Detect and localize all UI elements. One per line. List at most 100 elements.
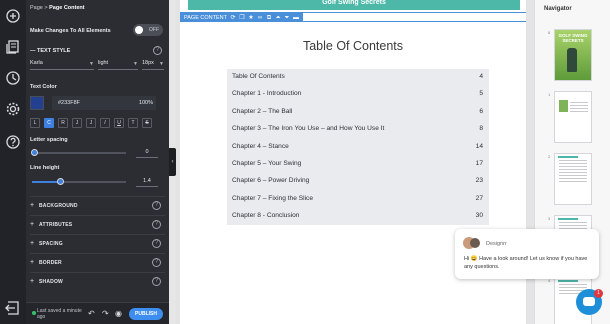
apply-all-toggle[interactable]: OFF [133, 24, 163, 36]
line-height-input[interactable]: 1.4 [136, 175, 158, 187]
underline-button[interactable]: U [114, 118, 124, 128]
refresh-icon[interactable]: ⟳ [230, 15, 236, 21]
section-border[interactable]: + BORDER ? [30, 253, 165, 271]
font-family-value: Karla [30, 60, 43, 66]
toc-heading[interactable]: Table Of Contents [180, 39, 526, 53]
element-tag-label: PAGE CONTENT [184, 14, 227, 21]
toc-row-page: 8 [479, 125, 483, 133]
toc-row: Chapter 8 - Conclusion 30 [232, 208, 483, 225]
star-icon[interactable]: ★ [248, 15, 254, 21]
thumbnail-header [558, 280, 578, 282]
section-attributes[interactable]: + ATTRIBUTES ? [30, 215, 165, 233]
link-icon[interactable]: ∞ [257, 15, 263, 21]
breadcrumb: Page > Page Content [30, 5, 85, 11]
duplicate-icon[interactable]: ⧉ [266, 15, 272, 21]
delete-icon[interactable]: ▬ [293, 15, 299, 21]
toc-row-page: 14 [475, 142, 483, 150]
chevron-down-icon: ▼ [159, 61, 164, 67]
panel-footer: Last saved a minute ago ↶ ↷ ◉ PUBLISH [26, 302, 169, 324]
toc-row: Chapter 1 - Introduction 5 [232, 86, 483, 103]
slider-fill [32, 181, 61, 183]
breadcrumb-root[interactable]: Page [30, 5, 43, 11]
breadcrumb-current: Page Content [49, 5, 85, 11]
publish-button[interactable]: PUBLISH [129, 308, 163, 320]
letter-spacing-input[interactable]: 0 [136, 146, 158, 158]
align-right-button[interactable]: R [58, 118, 68, 128]
help-icon[interactable]: ? [152, 277, 161, 286]
section-shadow[interactable]: + SHADOW ? [30, 272, 165, 290]
section-label: BACKGROUND [39, 203, 78, 209]
page-thumbnail[interactable]: 2 [548, 153, 592, 205]
font-size-select[interactable]: 18px ▼ [142, 60, 164, 70]
font-family-select[interactable]: Karla ▼ [30, 60, 94, 70]
move-up-icon[interactable]: ⏶ [275, 15, 281, 21]
thumbnail-text [570, 102, 588, 114]
align-center-button[interactable]: C [44, 118, 54, 128]
collapse-panel-handle[interactable]: ‹ [169, 148, 176, 176]
toggle-knob [135, 26, 143, 34]
font-weight-select[interactable]: light ▼ [98, 60, 138, 70]
settings-panel: Page > Page Content Make Changes To All … [26, 0, 169, 324]
line-height-slider[interactable] [32, 178, 126, 185]
cover-image: GOLF SWING SECRETS [555, 30, 591, 80]
chat-popup[interactable]: Designrr Hi 😀 Have a look around! Let us… [455, 229, 599, 279]
element-toolbar: PAGE CONTENT ⟳ ❐ ★ ∞ ⧉ ⏶ ⏷ ▬ [180, 13, 303, 22]
toggle-label: OFF [149, 27, 159, 33]
justify-button[interactable]: J [72, 118, 82, 128]
toc-row-title: Chapter 1 - Introduction [232, 90, 302, 98]
letter-spacing-slider[interactable] [30, 149, 126, 156]
help-icon[interactable]: ? [153, 46, 162, 55]
toc-row-title: Table Of Contents [232, 73, 285, 80]
help-icon[interactable]: ? [152, 239, 161, 248]
chat-bubble-icon [583, 297, 595, 306]
add-icon[interactable] [5, 8, 21, 24]
help-icon[interactable] [5, 134, 21, 150]
exit-icon[interactable] [5, 300, 21, 316]
undo-icon[interactable]: ↶ [88, 309, 95, 318]
slider-thumb[interactable] [57, 178, 65, 185]
help-icon[interactable]: ? [152, 258, 161, 267]
preview-eye-icon[interactable]: ◉ [115, 309, 122, 318]
copy-icon[interactable]: ❐ [239, 15, 245, 21]
slider-thumb[interactable] [30, 149, 38, 156]
section-background[interactable]: + BACKGROUND ? [30, 196, 165, 214]
toc-row-page: 6 [479, 107, 483, 115]
toc-row: Chapter 6 – Power Driving 23 [232, 173, 483, 190]
transform-button[interactable]: T [128, 118, 138, 128]
thumbnail-text [559, 160, 587, 184]
opacity-input[interactable]: 100% [132, 96, 156, 110]
help-icon[interactable]: ? [152, 201, 161, 210]
justify-all-button[interactable]: J [86, 118, 96, 128]
page-thumbnail[interactable]: 8 GOLF SWING SECRETS [548, 29, 592, 81]
italic-button[interactable]: I [100, 118, 110, 128]
color-swatch[interactable] [30, 96, 44, 110]
chevron-down-icon: ▼ [89, 61, 94, 67]
icon-rail [0, 0, 26, 324]
gear-icon[interactable] [5, 101, 21, 117]
text-color-label: Text Color [30, 84, 57, 90]
chat-message: Hi 😀 Have a look around! Let us know if … [464, 256, 588, 270]
section-label: BORDER [39, 260, 62, 266]
page-thumbnail[interactable]: 1 [548, 91, 592, 143]
text-style-header[interactable]: — TEXT STYLE [30, 48, 165, 54]
toc-row-title: Chapter 5 – Your Swing [232, 160, 302, 167]
toc-row-page: 23 [475, 177, 483, 185]
thumbnail-image [559, 100, 568, 112]
move-down-icon[interactable]: ⏷ [284, 15, 290, 21]
history-icon[interactable] [5, 70, 21, 86]
collapse-minus-icon: — [30, 48, 38, 54]
section-spacing[interactable]: + SPACING ? [30, 234, 165, 252]
toc-row: Chapter 2 – The Ball 6 [232, 104, 483, 121]
strikethrough-button[interactable]: S [142, 118, 152, 128]
align-left-button[interactable]: L [30, 118, 40, 128]
toc-table[interactable]: Table Of Contents 4 Chapter 1 - Introduct… [227, 69, 489, 225]
help-icon[interactable]: ? [152, 220, 161, 229]
cover-title: GOLF SWING SECRETS [558, 33, 588, 43]
pages-icon[interactable] [5, 39, 21, 55]
redo-icon[interactable]: ↷ [102, 309, 109, 318]
text-style-label: TEXT STYLE [37, 48, 71, 54]
toc-row-page: 30 [475, 212, 483, 220]
toc-row-title: Chapter 4 – Stance [232, 142, 289, 150]
page-header-strip[interactable]: Golf Swing Secrets [188, 0, 520, 10]
page-number: 8 [548, 30, 551, 35]
